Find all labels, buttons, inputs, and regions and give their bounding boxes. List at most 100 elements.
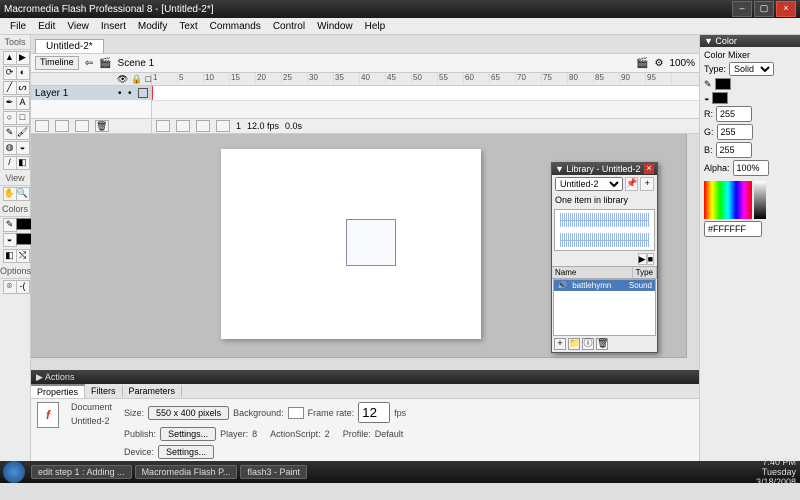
stage[interactable]: [221, 149, 481, 339]
tool-lasso[interactable]: ᔕ: [16, 81, 30, 95]
tool-pen[interactable]: ✒: [3, 96, 17, 110]
tool-free-transform[interactable]: ⟳: [3, 66, 17, 80]
library-item[interactable]: 🔊 battlehymnSound: [554, 280, 655, 291]
hex-input[interactable]: [704, 221, 762, 237]
new-lib-icon[interactable]: +: [640, 177, 654, 191]
delete-layer-icon[interactable]: 🗑: [95, 120, 109, 132]
menu-file[interactable]: File: [4, 21, 32, 32]
color-picker[interactable]: [704, 181, 752, 219]
fill-icon[interactable]: ◒: [704, 93, 709, 103]
tool-oval[interactable]: ○: [3, 111, 17, 125]
tab-properties[interactable]: Properties: [31, 384, 85, 398]
tool-paint-bucket[interactable]: ◒: [16, 141, 30, 155]
add-motion-guide-icon[interactable]: [55, 120, 69, 132]
blackwhite[interactable]: ◧: [3, 249, 17, 263]
timeline-layer[interactable]: Layer 1 ••: [31, 86, 151, 100]
stroke-swatch[interactable]: [16, 218, 32, 230]
brightness-slider[interactable]: [754, 181, 766, 219]
properties-icon[interactable]: ⓘ: [582, 338, 594, 350]
tool-zoom[interactable]: 🔍: [16, 187, 30, 201]
mixer-fill-swatch[interactable]: [712, 92, 728, 104]
tool-pencil[interactable]: ✎: [3, 126, 17, 140]
tool-rectangle[interactable]: □: [16, 111, 30, 125]
tab-filters[interactable]: Filters: [85, 385, 123, 397]
menu-view[interactable]: View: [61, 21, 95, 32]
stroke-icon[interactable]: ✎: [704, 79, 712, 90]
stroke-color[interactable]: ✎: [3, 218, 17, 232]
library-close[interactable]: ×: [644, 164, 654, 174]
tool-ink-bottle[interactable]: ◍: [3, 141, 17, 155]
insert-layer-icon[interactable]: [35, 120, 49, 132]
alpha-input[interactable]: [733, 160, 769, 176]
tool-hand[interactable]: ✋: [3, 187, 17, 201]
menu-insert[interactable]: Insert: [95, 21, 132, 32]
scene-name[interactable]: Scene 1: [118, 58, 155, 69]
tool-eyedropper[interactable]: /: [3, 156, 17, 170]
option-smooth[interactable]: -(: [16, 280, 30, 294]
vertical-scrollbar[interactable]: [686, 134, 699, 358]
menu-modify[interactable]: Modify: [132, 21, 173, 32]
size-button[interactable]: 550 x 400 pixels: [148, 406, 229, 420]
back-icon[interactable]: ⇦: [85, 58, 93, 69]
framerate-input[interactable]: [358, 402, 390, 423]
noswap[interactable]: ⤭: [16, 249, 30, 263]
library-title[interactable]: ▼ Library - Untitled-2: [555, 164, 640, 174]
device-settings-button[interactable]: Settings...: [158, 445, 214, 459]
tool-text[interactable]: A: [16, 96, 30, 110]
zoom-level[interactable]: 100%: [669, 58, 695, 69]
stage-area[interactable]: ▼ Library - Untitled-2× Untitled-2📌+ One…: [31, 134, 699, 370]
window-close[interactable]: ×: [776, 1, 796, 17]
tool-subselect[interactable]: ▶: [16, 51, 30, 65]
library-col-name[interactable]: Name: [552, 267, 633, 278]
tab-parameters[interactable]: Parameters: [123, 385, 183, 397]
mixer-stroke-swatch[interactable]: [715, 78, 731, 90]
b-input[interactable]: [716, 142, 752, 158]
show-hide-icon[interactable]: 👁: [117, 74, 128, 85]
timeline-toggle[interactable]: Timeline: [35, 56, 79, 70]
menu-control[interactable]: Control: [267, 21, 311, 32]
color-type-select[interactable]: Solid: [729, 62, 774, 76]
tool-eraser[interactable]: ◧: [16, 156, 30, 170]
menu-text[interactable]: Text: [173, 21, 203, 32]
tool-selection[interactable]: ▲: [3, 51, 17, 65]
playhead[interactable]: [152, 86, 153, 100]
center-frame-icon[interactable]: [156, 120, 170, 132]
insert-folder-icon[interactable]: [75, 120, 89, 132]
menu-help[interactable]: Help: [359, 21, 392, 32]
timeline-frames[interactable]: [152, 86, 699, 101]
stop-icon[interactable]: ■: [647, 253, 654, 265]
fill-swatch[interactable]: [16, 233, 32, 245]
edit-multiple-icon[interactable]: [216, 120, 230, 132]
color-panel-header[interactable]: ▼ Color: [700, 35, 800, 47]
actions-panel-header[interactable]: ▶ Actions: [31, 370, 699, 384]
system-tray[interactable]: 7:40 PM Tuesday 3/18/2008: [756, 457, 800, 487]
taskbar-item[interactable]: Macromedia Flash P...: [135, 465, 238, 479]
edit-symbol-icon[interactable]: ⚙: [654, 58, 663, 69]
delete-icon[interactable]: 🗑: [596, 338, 608, 350]
tool-line[interactable]: ╱: [3, 81, 17, 95]
option-snap[interactable]: ⌾: [3, 280, 17, 294]
menu-window[interactable]: Window: [311, 21, 359, 32]
menu-commands[interactable]: Commands: [204, 21, 267, 32]
selection-rectangle[interactable]: [346, 219, 396, 266]
window-minimize[interactable]: –: [732, 1, 752, 17]
menu-edit[interactable]: Edit: [32, 21, 61, 32]
onion-skin-icon[interactable]: [176, 120, 190, 132]
outline-icon[interactable]: □: [146, 74, 151, 85]
taskbar-item[interactable]: flash3 - Paint: [240, 465, 307, 479]
background-swatch[interactable]: [288, 407, 304, 419]
window-maximize[interactable]: ▢: [754, 1, 774, 17]
new-symbol-icon[interactable]: +: [554, 338, 566, 350]
new-folder-icon[interactable]: 📁: [568, 338, 580, 350]
horizontal-scrollbar[interactable]: [31, 357, 699, 370]
tool-gradient-transform[interactable]: ◐: [16, 66, 30, 80]
r-input[interactable]: [716, 106, 752, 122]
pin-icon[interactable]: 📌: [625, 177, 639, 191]
g-input[interactable]: [717, 124, 753, 140]
fill-color[interactable]: ◒: [3, 233, 17, 247]
tool-brush[interactable]: 🖌: [16, 126, 30, 140]
publish-settings-button[interactable]: Settings...: [160, 427, 216, 441]
start-button[interactable]: [3, 461, 25, 483]
taskbar-item[interactable]: edit step 1 : Adding ...: [31, 465, 132, 479]
lock-icon[interactable]: 🔒: [131, 74, 142, 85]
